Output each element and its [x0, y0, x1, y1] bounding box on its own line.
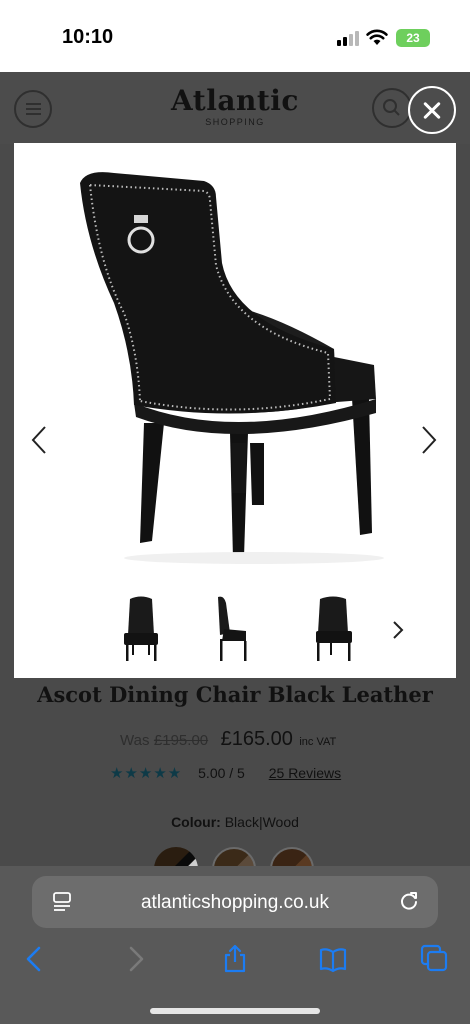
was-label: Was [120, 732, 150, 749]
tabs-icon[interactable] [420, 944, 450, 974]
url-text: atlanticshopping.co.uk [140, 892, 329, 913]
reviews-link[interactable]: 25 Reviews [269, 765, 341, 781]
product-image[interactable] [54, 153, 414, 573]
colour-value: Black|Wood [224, 814, 299, 830]
home-indicator [150, 1008, 320, 1014]
chevron-right-icon[interactable] [418, 425, 440, 455]
close-icon[interactable] [408, 86, 456, 134]
thumbnail-angle[interactable] [304, 595, 362, 665]
share-icon[interactable] [220, 944, 250, 974]
brand-name: Atlantic [171, 84, 299, 117]
bookmarks-icon[interactable] [318, 944, 348, 974]
colour-row: Colour: Black|Wood [0, 814, 470, 830]
image-lightbox [14, 143, 456, 678]
menu-icon[interactable] [14, 90, 52, 128]
price-row: Was £195.00 £165.00 inc VAT [120, 728, 336, 758]
status-bar: 10:10 23 [0, 0, 470, 72]
wifi-icon [366, 29, 388, 45]
back-icon[interactable] [20, 944, 50, 974]
rating-row: ★★★★★ 5.00 / 5 25 Reviews [110, 764, 341, 786]
cellular-signal-icon [337, 30, 361, 46]
search-icon[interactable] [372, 88, 412, 128]
forward-icon[interactable] [120, 944, 150, 974]
rating-score: 5.00 / 5 [198, 765, 245, 781]
star-rating-icon: ★★★★★ [110, 765, 183, 782]
thumbnail-side[interactable] [202, 595, 260, 665]
address-bar[interactable]: atlanticshopping.co.uk [32, 876, 438, 928]
thumbnail-front[interactable] [112, 595, 170, 665]
thumbnail-strip [14, 595, 456, 665]
brand-subtitle: SHOPPING [205, 117, 265, 127]
was-price: £195.00 [153, 732, 209, 749]
reload-icon[interactable] [398, 890, 420, 912]
thumbnail-next-icon[interactable] [390, 620, 406, 640]
site-logo[interactable]: Atlantic SHOPPING [150, 84, 320, 127]
vat-label: inc VAT [299, 736, 337, 748]
chevron-left-icon[interactable] [28, 425, 50, 455]
product-title: Ascot Dining Chair Black Leather [37, 682, 433, 707]
status-time: 10:10 [62, 26, 114, 48]
battery-icon: 23 [396, 29, 430, 47]
site-header: Atlantic SHOPPING [0, 72, 470, 144]
browser-toolbar: atlanticshopping.co.uk [0, 866, 470, 1024]
colour-label: Colour: [171, 814, 221, 830]
current-price: £165.00 [220, 728, 293, 750]
